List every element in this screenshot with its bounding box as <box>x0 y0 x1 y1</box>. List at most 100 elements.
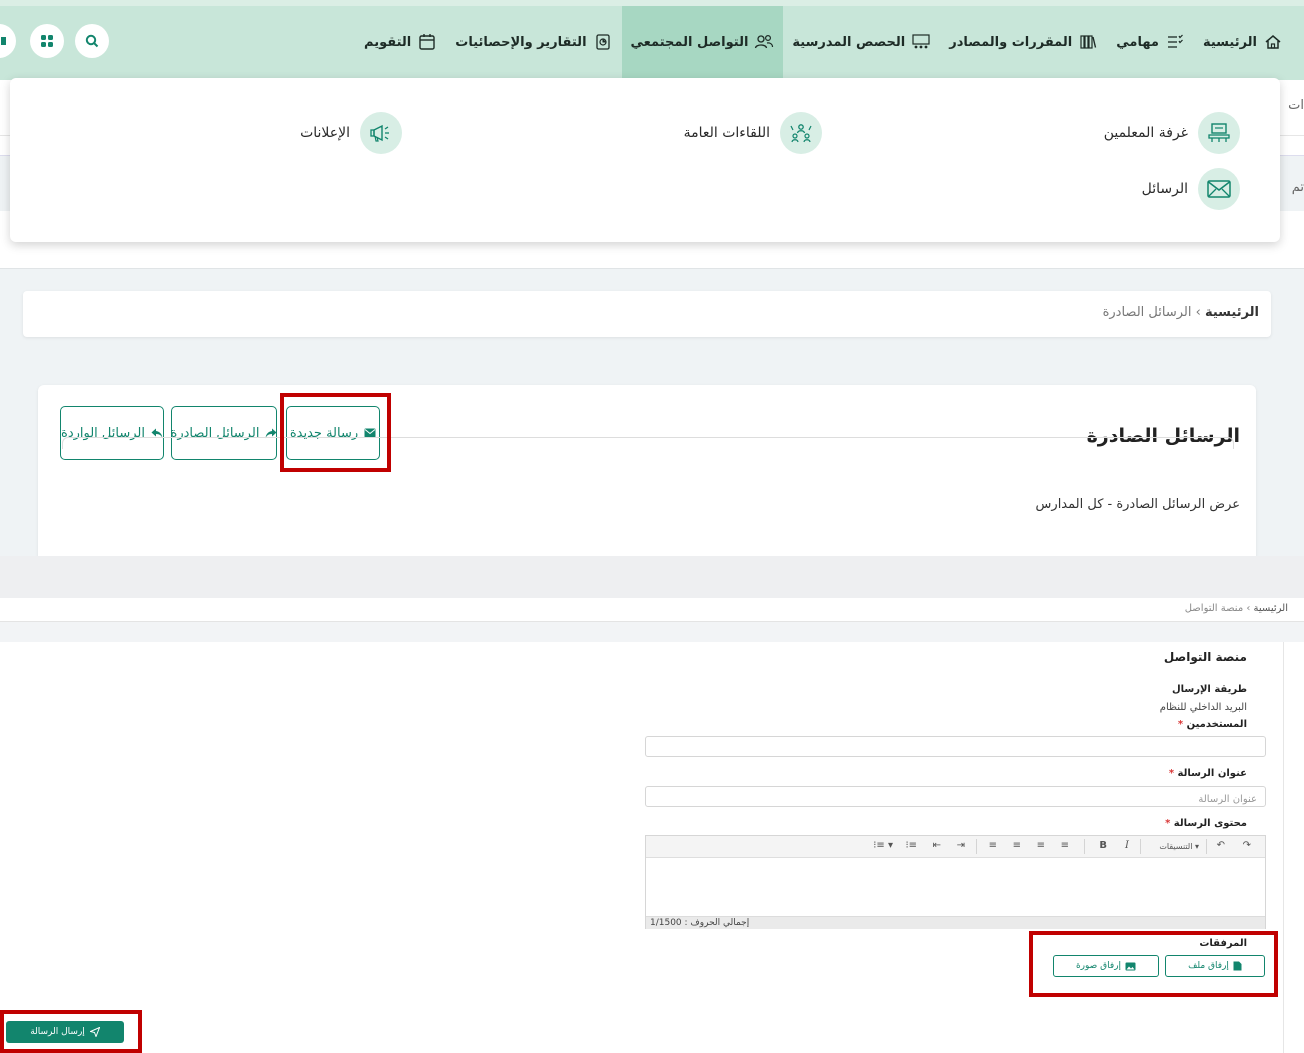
users-input[interactable] <box>646 740 1265 759</box>
nav-item-tasks-label: مهامي <box>1116 34 1159 50</box>
nav-item-classes-label: الحصص المدرسية <box>792 34 906 50</box>
subject-input[interactable] <box>646 790 1265 809</box>
toolbar-separator <box>1084 839 1085 854</box>
search-button[interactable] <box>75 24 109 58</box>
section-band <box>0 622 1304 642</box>
menu-item-public-meetings-label: اللقاءات العامة <box>683 125 770 141</box>
inbox-button[interactable]: الرسائل الواردة <box>60 406 164 460</box>
community-dropdown-menu: غرفة المعلمين اللقاءات العامة الإعلانات … <box>10 78 1280 242</box>
highlight-box <box>0 1010 142 1053</box>
meeting-icon <box>780 112 822 154</box>
table-top-border <box>62 437 1234 449</box>
undo-icon[interactable]: ↶ <box>1217 840 1225 851</box>
align-left-icon[interactable]: ≡ <box>989 840 997 851</box>
redo-icon[interactable]: ↷ <box>1243 840 1251 851</box>
bold-icon[interactable]: B <box>1099 840 1107 851</box>
nav-item-community-label: التواصل المجتمعي <box>630 34 749 50</box>
required-mark: * <box>1177 719 1184 730</box>
menu-item-public-meetings[interactable]: اللقاءات العامة <box>684 112 822 154</box>
align-center-icon[interactable]: ≡ <box>1013 840 1021 851</box>
nav-item-courses-label: المقررات والمصادر <box>949 34 1073 50</box>
classroom-icon <box>911 32 931 52</box>
apps-button[interactable] <box>30 24 64 58</box>
indent-icon[interactable]: ⇥ <box>957 840 965 851</box>
nav-item-home-label: الرئيسية <box>1202 34 1257 50</box>
breadcrumb-home[interactable]: الرئيسية <box>1254 603 1288 614</box>
search-icon <box>85 34 99 48</box>
message-content-area[interactable] <box>646 858 1265 916</box>
section-gap <box>0 556 1304 598</box>
menu-item-teachers-room-label: غرفة المعلمين <box>1103 125 1188 141</box>
outgoing-messages-card: الرسائل الصادرة عرض الرسائل الصادرة - كل… <box>38 385 1256 565</box>
nav-item-reports[interactable]: التقارير والإحصائيات <box>446 6 621 78</box>
subject-field[interactable] <box>645 786 1266 809</box>
send-method-value: البريد الداخلي للنظام <box>1159 702 1247 713</box>
toolbar-separator <box>1206 839 1207 854</box>
report-icon <box>593 32 613 52</box>
breadcrumb-separator: › <box>1195 305 1201 320</box>
required-mark: * <box>1165 818 1171 829</box>
envelope-icon <box>1198 168 1240 210</box>
nav-item-classes[interactable]: الحصص المدرسية <box>783 6 940 78</box>
editor-toolbar: ↷ ↶ التنسيقات ▾ I B ≡ ≡ ≡ ≡ ⇥ ⇤ ⁝≡ ⁝≡ ▾ <box>646 836 1265 858</box>
library-icon <box>1078 32 1098 52</box>
breadcrumb-current: منصة التواصل <box>1184 603 1244 614</box>
format-dropdown-label: التنسيقات <box>1159 842 1193 851</box>
top-navigation-bar: الرئيسية مهامي المقررات والمصادر الحصص ا… <box>0 0 1304 80</box>
outdent-icon[interactable]: ⇤ <box>933 840 941 851</box>
character-counter: إجمالي الحروف : 1/1500 <box>646 916 1265 929</box>
nav-item-tasks[interactable]: مهامي <box>1107 6 1194 78</box>
breadcrumb-home[interactable]: الرئيسية <box>1205 305 1259 320</box>
content-label: محتوى الرسالة * <box>1165 818 1247 829</box>
highlight-box <box>280 393 391 472</box>
tasks-icon <box>1165 32 1185 52</box>
rich-text-editor: ↷ ↶ التنسيقات ▾ I B ≡ ≡ ≡ ≡ ⇥ ⇤ ⁝≡ ⁝≡ ▾ <box>645 835 1266 929</box>
outgoing-messages-section: الرئيسية › الرسائل الصادرة الرسائل الصاد… <box>0 268 1304 565</box>
align-justify-icon[interactable]: ≡ <box>1061 840 1069 851</box>
breadcrumb-current: الرسائل الصادرة <box>1102 305 1192 320</box>
breadcrumb-separator: › <box>1246 603 1251 614</box>
nav-item-courses[interactable]: المقررات والمصادر <box>940 6 1107 78</box>
menu-item-messages[interactable]: الرسائل <box>1142 168 1240 210</box>
send-method-label: طريقة الإرسال <box>1171 684 1247 695</box>
page-subtitle: عرض الرسائل الصادرة - كل المدارس <box>1035 497 1240 512</box>
subject-label: عنوان الرسالة * <box>1169 768 1247 779</box>
menu-item-announcements-label: الإعلانات <box>300 125 350 141</box>
nav-item-community[interactable]: التواصل المجتمعي <box>621 6 784 78</box>
breadcrumb: الرئيسية › منصة التواصل <box>0 598 1304 622</box>
required-mark: * <box>1168 768 1175 779</box>
edge-text: تم <box>1291 180 1304 195</box>
nav-items: الرئيسية مهامي المقررات والمصادر الحصص ا… <box>355 6 1292 78</box>
nav-item-home[interactable]: الرئيسية <box>1194 6 1292 78</box>
users-label-text: المستخدمين <box>1186 719 1247 730</box>
calendar-icon <box>417 32 437 52</box>
menu-item-teachers-room[interactable]: غرفة المعلمين <box>1104 112 1240 154</box>
numbered-list-icon[interactable]: ⁝≡ <box>905 840 917 851</box>
edge-text: ات <box>1288 98 1304 113</box>
users-label: المستخدمين * <box>1178 719 1247 730</box>
bullet-list-icon[interactable]: ⁝≡ ▾ <box>873 840 893 851</box>
nav-item-calendar[interactable]: التقويم <box>355 6 446 78</box>
home-icon <box>1263 32 1283 52</box>
outbox-button[interactable]: الرسائل الصادرة <box>171 406 277 460</box>
highlight-box <box>1029 931 1278 997</box>
people-icon <box>754 32 774 52</box>
nav-item-reports-label: التقارير والإحصائيات <box>455 34 587 50</box>
user-icon <box>1 37 6 45</box>
italic-icon[interactable]: I <box>1125 840 1129 851</box>
subject-label-text: عنوان الرسالة <box>1177 768 1247 779</box>
users-field[interactable] <box>645 736 1266 759</box>
breadcrumb: الرئيسية › الرسائل الصادرة <box>23 291 1271 337</box>
menu-item-messages-label: الرسائل <box>1141 181 1188 197</box>
megaphone-icon <box>360 112 402 154</box>
format-dropdown[interactable]: التنسيقات ▾ <box>1159 842 1199 851</box>
toolbar-separator <box>976 839 977 854</box>
character-counter-text: إجمالي الحروف : 1/1500 <box>650 918 750 928</box>
compose-title: منصة التواصل <box>1163 650 1247 664</box>
toolbar-separator <box>1140 839 1141 854</box>
nav-item-calendar-label: التقويم <box>364 34 412 50</box>
profile-button[interactable] <box>0 24 16 58</box>
menu-item-announcements[interactable]: الإعلانات <box>300 112 402 154</box>
content-label-text: محتوى الرسالة <box>1173 818 1247 829</box>
align-right-icon[interactable]: ≡ <box>1037 840 1045 851</box>
